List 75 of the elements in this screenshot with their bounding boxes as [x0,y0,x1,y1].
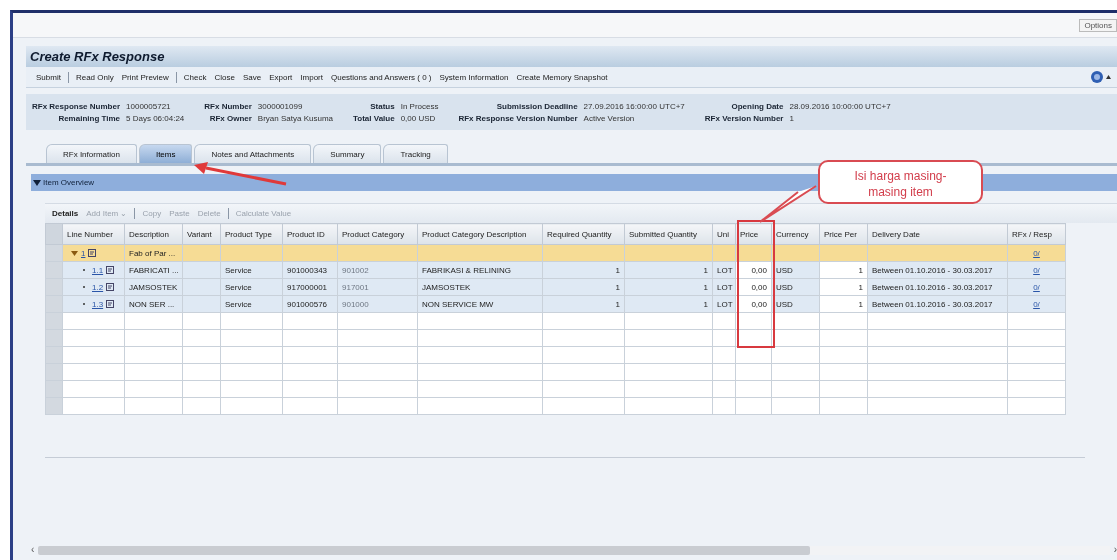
field-value: 28.09.2016 10:00:00 UTC+7 [789,102,892,111]
scrollbar-thumb[interactable] [38,545,810,555]
line-number-link[interactable]: 1.1 [92,265,104,275]
field-value: In Process [400,102,440,111]
toolbar-button[interactable]: Submit [32,72,65,82]
column-header[interactable]: Delivery Date [867,223,1008,245]
detail-icon[interactable] [106,300,115,308]
field-value: Active Version [583,114,636,123]
toolbar-button[interactable]: Details [48,209,83,218]
field-label: Remaining Time [57,114,121,123]
scroll-right-icon[interactable]: › [1113,545,1117,555]
section-title: Item Overview [43,178,95,187]
field-label: Opening Date [730,102,784,111]
toolbar-button[interactable]: Import [296,72,327,82]
column-header[interactable]: Submitted Quantity [624,223,713,245]
field-label: RFx Response Number [32,102,121,111]
field-label: RFx Version Number [704,114,784,123]
tab[interactable]: Summary [313,144,382,163]
column-header[interactable]: Price Per [819,223,868,245]
response-link[interactable]: 0/ [1033,248,1040,258]
expand-triangle-icon[interactable] [71,250,78,256]
toolbar-button[interactable]: Print Preview [117,72,173,82]
toolbar-button[interactable]: Close [210,72,239,82]
column-header[interactable]: Product Category Description [417,223,543,245]
field-value: Bryan Satya Kusuma [257,114,334,123]
toolbar-button[interactable]: Export [265,72,297,82]
field-label: Submission Deadline [495,102,578,111]
detail-icon[interactable] [106,283,115,291]
detail-icon[interactable] [106,266,115,274]
field-value: 1 [789,114,795,123]
line-number-link[interactable]: 1.2 [92,282,104,292]
field-value: 5 Days 06:04:24 [126,114,186,123]
response-link[interactable]: 0/ [1033,265,1040,275]
column-header[interactable]: Product ID [282,223,338,245]
tab[interactable]: Items [138,144,193,163]
column-header[interactable]: Required Quantity [542,223,625,245]
field-label: Total Value [353,114,395,123]
toolbar-button[interactable]: Save [238,72,266,82]
detail-icon[interactable] [88,249,97,257]
page-title: Create RFx Response [26,46,1117,67]
column-header[interactable]: Product Type [220,223,283,245]
column-header[interactable]: Uni [712,223,736,245]
toolbar-button[interactable]: System Information [435,72,513,82]
field-label: RFx Number [204,102,252,111]
column-header[interactable]: Variant [182,223,221,245]
callout-bubble: Isi harga masing-masing item [818,160,983,204]
field-value: 27.09.2016 16:00:00 UTC+7 [583,102,686,111]
field-value: 0,00 USD [400,114,437,123]
row-selector[interactable] [45,223,63,245]
column-header[interactable]: Line Number [62,223,125,245]
field-value: 1000005721 [126,102,172,111]
tab[interactable]: Notes and Attachments [194,144,312,163]
column-header[interactable]: Product Category [337,223,418,245]
field-label: Status [369,102,395,111]
column-header[interactable]: Description [124,223,183,245]
tab[interactable]: RFx Information [46,144,137,163]
scroll-left-icon[interactable]: ‹ [31,545,35,555]
response-link[interactable]: 0/ [1033,282,1040,292]
toolbar-button[interactable]: Check [179,72,211,82]
line-number-link[interactable]: 1.3 [92,299,104,309]
tab[interactable]: Tracking [383,144,448,163]
field-label: RFx Response Version Number [458,114,578,123]
field-value: 3000001099 [257,102,304,111]
caret-icon[interactable] [1106,75,1111,79]
column-header[interactable]: RFx / Resp [1007,223,1066,245]
toolbar-button[interactable]: Create Memory Snapshot [512,72,612,82]
options-button[interactable]: Options [1079,19,1117,32]
field-label: RFx Owner [208,114,252,123]
callout-pointer [759,185,817,223]
response-link[interactable]: 0/ [1033,299,1040,309]
column-header[interactable]: Currency [771,223,820,245]
line-number-link[interactable]: 1 [81,248,86,258]
toolbar-button[interactable]: Questions and Answers ( 0 ) [327,72,436,82]
help-icon[interactable] [1091,71,1103,83]
toolbar-button[interactable]: Read Only [71,72,118,82]
